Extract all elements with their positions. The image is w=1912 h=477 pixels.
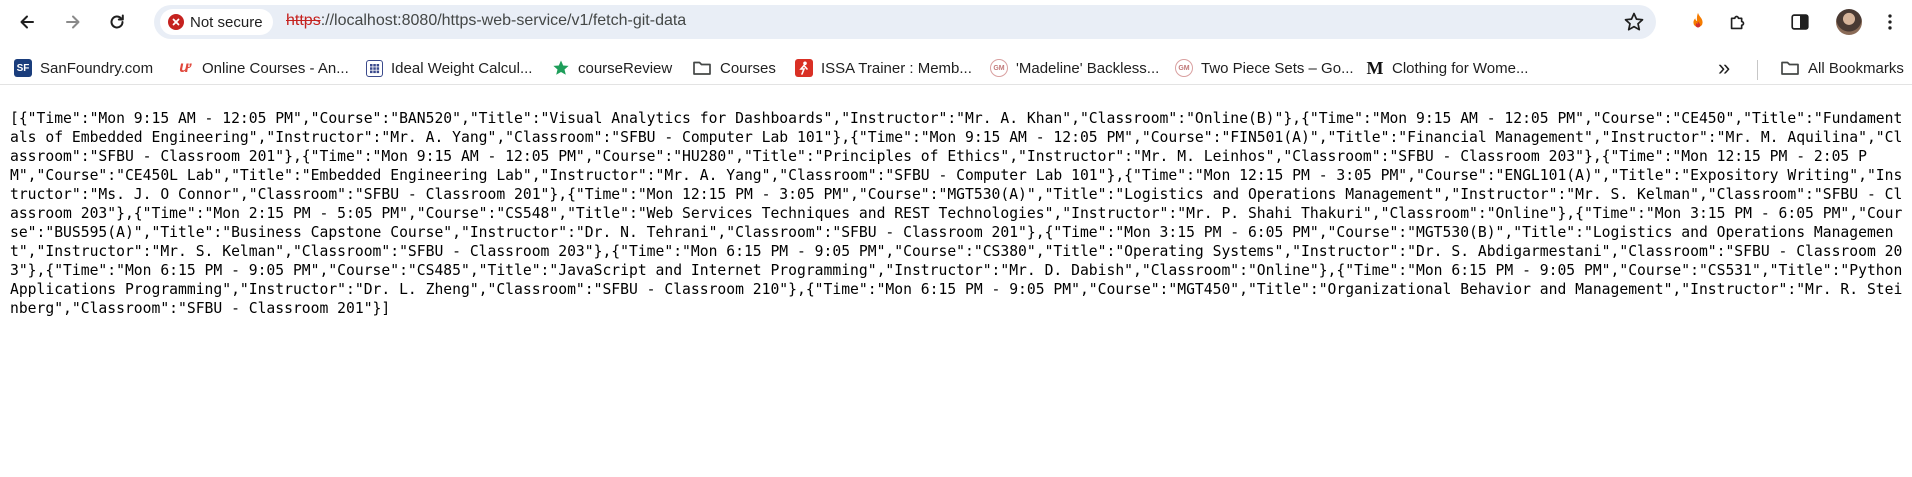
bookmark-two-piece-sets[interactable]: GM Two Piece Sets – Go... bbox=[1175, 56, 1354, 80]
bookmark-coursereview[interactable]: courseReview bbox=[552, 56, 672, 80]
back-arrow-icon bbox=[20, 15, 34, 29]
bookmark-label: Courses bbox=[720, 59, 776, 77]
security-label: Not secure bbox=[190, 13, 263, 31]
calculator-icon bbox=[366, 59, 383, 77]
forward-arrow-icon bbox=[66, 15, 80, 29]
forward-button[interactable] bbox=[57, 6, 89, 38]
folder-icon bbox=[693, 61, 711, 75]
security-indicator[interactable]: Not secure bbox=[160, 9, 273, 35]
address-bar[interactable]: Not secure https://localhost:8080/https-… bbox=[154, 5, 1656, 39]
bookmark-label: Two Piece Sets – Go... bbox=[1201, 59, 1354, 77]
gm-icon: GM bbox=[1175, 59, 1193, 77]
not-secure-icon bbox=[168, 14, 184, 30]
flame-extension-icon bbox=[1693, 12, 1703, 28]
flame-extension-button[interactable] bbox=[1686, 10, 1710, 34]
reload-button[interactable] bbox=[101, 6, 133, 38]
bookmark-issa-trainer[interactable]: ISSA Trainer : Memb... bbox=[795, 56, 972, 80]
star-bookmark-icon bbox=[553, 60, 569, 75]
bookmark-label: Clothing for Wome... bbox=[1392, 59, 1529, 77]
bookmark-online-courses[interactable]: ư Online Courses - An... bbox=[176, 56, 349, 80]
url-path: ://localhost:8080/https-web-service/v1/f… bbox=[320, 12, 687, 29]
puzzle-icon bbox=[1730, 15, 1745, 30]
bookmark-madeline-backless[interactable]: GM 'Madeline' Backless... bbox=[990, 56, 1159, 80]
bookmarks-overflow-button[interactable]: » bbox=[1718, 55, 1731, 80]
star-icon bbox=[1624, 12, 1644, 31]
issa-icon bbox=[795, 59, 813, 77]
bookmarks-bar: SF SanFoundry.com ư Online Courses - An.… bbox=[0, 52, 1912, 85]
json-response-body: [{"Time":"Mon 9:15 AM - 12:05 PM","Cours… bbox=[10, 110, 1912, 317]
back-button[interactable] bbox=[11, 6, 43, 38]
sanfoundry-icon: SF bbox=[14, 59, 32, 77]
extensions-button[interactable] bbox=[1726, 10, 1750, 34]
side-panel-icon bbox=[1791, 14, 1809, 30]
bookmark-label: 'Madeline' Backless... bbox=[1016, 59, 1160, 77]
kebab-menu-icon bbox=[1888, 14, 1892, 30]
bookmark-label: Online Courses - An... bbox=[202, 59, 349, 77]
bookmark-label: ISSA Trainer : Memb... bbox=[821, 59, 972, 77]
bookmark-clothing-women[interactable]: M Clothing for Wome... bbox=[1366, 56, 1529, 80]
browser-menu-button[interactable] bbox=[1878, 10, 1902, 34]
bookmark-ideal-weight[interactable]: Ideal Weight Calcul... bbox=[366, 56, 532, 80]
bookmark-star-button[interactable] bbox=[1622, 10, 1646, 34]
url-scheme: https bbox=[286, 12, 321, 29]
bookmark-label: Ideal Weight Calcul... bbox=[391, 59, 533, 77]
gm-icon: GM bbox=[990, 59, 1008, 77]
bookmark-label: SanFoundry.com bbox=[40, 59, 154, 77]
side-panel-button[interactable] bbox=[1788, 10, 1812, 34]
browser-toolbar: Not secure https://localhost:8080/https-… bbox=[0, 0, 1912, 44]
bookmark-label: All Bookmarks bbox=[1808, 59, 1904, 77]
folder-icon bbox=[1781, 61, 1799, 75]
url-text[interactable]: https://localhost:8080/https-web-service… bbox=[286, 12, 686, 30]
profile-avatar[interactable] bbox=[1836, 9, 1862, 35]
m-logo-icon: M bbox=[1366, 57, 1384, 78]
bookmark-folder-courses[interactable]: Courses bbox=[692, 56, 776, 80]
bookmarks-divider bbox=[1757, 60, 1758, 80]
udemy-icon: ư bbox=[179, 59, 191, 76]
bookmark-label: courseReview bbox=[578, 59, 673, 77]
all-bookmarks-button[interactable]: All Bookmarks bbox=[1780, 56, 1904, 80]
chevron-double-right-icon: » bbox=[1718, 55, 1731, 80]
reload-icon bbox=[110, 14, 124, 29]
bookmark-sanfoundry[interactable]: SF SanFoundry.com bbox=[14, 56, 153, 80]
